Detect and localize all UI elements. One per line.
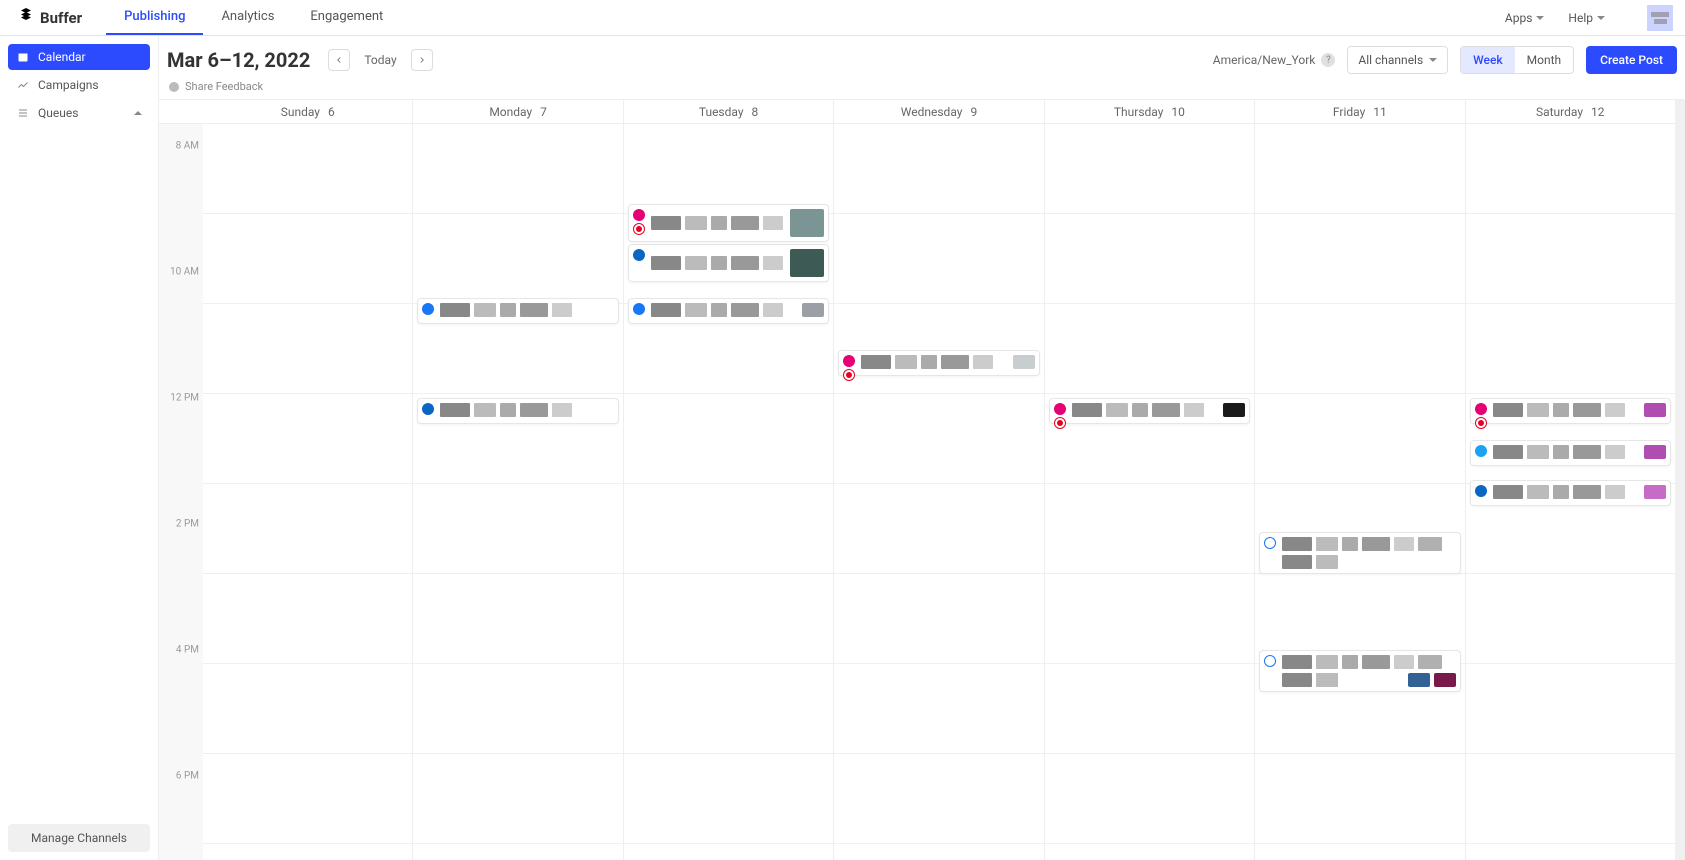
post-card[interactable] bbox=[1470, 440, 1671, 466]
post-card[interactable] bbox=[838, 350, 1039, 376]
tab-analytics[interactable]: Analytics bbox=[203, 0, 292, 35]
day-column[interactable]: Wednesday9 bbox=[834, 100, 1044, 860]
time-axis: 8 AM10 AM12 PM2 PM4 PM6 PM8 PM bbox=[159, 100, 203, 860]
prev-week-button[interactable] bbox=[328, 49, 350, 71]
chart-icon bbox=[16, 79, 30, 91]
pn-icon bbox=[1475, 417, 1487, 429]
user-avatar[interactable] bbox=[1647, 5, 1673, 31]
tw-icon bbox=[1475, 445, 1487, 457]
chevron-up-icon bbox=[134, 111, 142, 115]
view-week-button[interactable]: Week bbox=[1461, 47, 1515, 73]
caret-down-icon bbox=[1536, 16, 1544, 20]
time-label: 10 AM bbox=[170, 267, 199, 278]
sidebar: Calendar Campaigns Queues Manage Channel… bbox=[0, 36, 158, 860]
timezone-label: America/New_York ? bbox=[1213, 53, 1336, 67]
ln-icon bbox=[422, 403, 434, 415]
day-header: Friday11 bbox=[1255, 100, 1464, 124]
time-label: 12 PM bbox=[170, 393, 199, 404]
in-icon bbox=[843, 355, 855, 367]
post-card[interactable] bbox=[628, 204, 829, 242]
day-header: Thursday10 bbox=[1045, 100, 1254, 124]
post-card[interactable] bbox=[417, 398, 618, 424]
post-card[interactable] bbox=[628, 244, 829, 282]
create-post-button[interactable]: Create Post bbox=[1586, 46, 1677, 74]
share-feedback-link[interactable]: Share Feedback bbox=[159, 80, 1685, 99]
sidebar-item-campaigns[interactable]: Campaigns bbox=[8, 72, 150, 98]
pn-icon bbox=[633, 223, 645, 235]
time-label: 2 PM bbox=[176, 519, 199, 530]
menu-help[interactable]: Help bbox=[1568, 11, 1605, 25]
ln-icon bbox=[1475, 485, 1487, 497]
in-icon bbox=[1475, 403, 1487, 415]
day-header: Saturday12 bbox=[1466, 100, 1675, 124]
date-range-label: Mar 6–12, 2022 bbox=[167, 48, 310, 72]
pn-icon bbox=[1054, 417, 1066, 429]
channel-filter-button[interactable]: All channels bbox=[1347, 46, 1448, 74]
day-column[interactable]: Saturday12 bbox=[1466, 100, 1675, 860]
view-toggle: Week Month bbox=[1460, 46, 1574, 74]
in-icon bbox=[1054, 403, 1066, 415]
today-button[interactable]: Today bbox=[360, 53, 400, 67]
post-card[interactable] bbox=[1049, 398, 1250, 424]
feedback-icon bbox=[169, 82, 179, 92]
time-label: 8 AM bbox=[176, 141, 199, 152]
day-column[interactable]: Monday7 bbox=[413, 100, 623, 860]
calendar-toolbar: Mar 6–12, 2022 Today America/New_York ? … bbox=[159, 36, 1685, 80]
time-label: 6 PM bbox=[176, 771, 199, 782]
day-header: Tuesday8 bbox=[624, 100, 833, 124]
top-nav: Buffer Publishing Analytics Engagement A… bbox=[0, 0, 1685, 36]
in-icon bbox=[633, 209, 645, 221]
day-header: Wednesday9 bbox=[834, 100, 1043, 124]
day-header: Sunday6 bbox=[203, 100, 412, 124]
day-header: Monday7 bbox=[413, 100, 622, 124]
fb-icon bbox=[633, 303, 645, 315]
scrollbar[interactable] bbox=[1675, 100, 1685, 860]
tab-engagement[interactable]: Engagement bbox=[292, 0, 401, 35]
ln-icon bbox=[633, 249, 645, 261]
post-card[interactable] bbox=[1259, 650, 1460, 692]
help-icon[interactable]: ? bbox=[1321, 53, 1335, 67]
caret-down-icon bbox=[1429, 58, 1437, 62]
post-card[interactable] bbox=[1470, 480, 1671, 506]
top-right-menu: Apps Help bbox=[1505, 5, 1673, 31]
fb-icon bbox=[422, 303, 434, 315]
calendar-icon bbox=[16, 51, 30, 63]
time-label: 4 PM bbox=[176, 645, 199, 656]
caret-down-icon bbox=[1597, 16, 1605, 20]
fb-o-icon bbox=[1264, 537, 1276, 549]
main-content: Mar 6–12, 2022 Today America/New_York ? … bbox=[158, 36, 1685, 860]
brand-name: Buffer bbox=[40, 9, 82, 27]
buffer-icon bbox=[18, 8, 34, 28]
post-card[interactable] bbox=[1259, 532, 1460, 574]
sidebar-item-calendar[interactable]: Calendar bbox=[8, 44, 150, 70]
main-tabs: Publishing Analytics Engagement bbox=[106, 0, 401, 35]
post-card[interactable] bbox=[1470, 398, 1671, 424]
list-icon bbox=[16, 107, 30, 119]
manage-channels-button[interactable]: Manage Channels bbox=[8, 824, 150, 852]
post-card[interactable] bbox=[628, 298, 829, 324]
view-month-button[interactable]: Month bbox=[1515, 47, 1573, 73]
tab-publishing[interactable]: Publishing bbox=[106, 0, 203, 35]
post-card[interactable] bbox=[417, 298, 618, 324]
sidebar-item-queues[interactable]: Queues bbox=[8, 100, 150, 126]
day-column[interactable]: Friday11 bbox=[1255, 100, 1465, 860]
pn-icon bbox=[843, 369, 855, 381]
menu-apps[interactable]: Apps bbox=[1505, 11, 1545, 25]
fb-o-icon bbox=[1264, 655, 1276, 667]
brand-logo[interactable]: Buffer bbox=[18, 8, 82, 28]
calendar-grid: 8 AM10 AM12 PM2 PM4 PM6 PM8 PM Sunday6Mo… bbox=[159, 99, 1685, 860]
day-column[interactable]: Tuesday8 bbox=[624, 100, 834, 860]
next-week-button[interactable] bbox=[411, 49, 433, 71]
day-column[interactable]: Thursday10 bbox=[1045, 100, 1255, 860]
day-column[interactable]: Sunday6 bbox=[203, 100, 413, 860]
